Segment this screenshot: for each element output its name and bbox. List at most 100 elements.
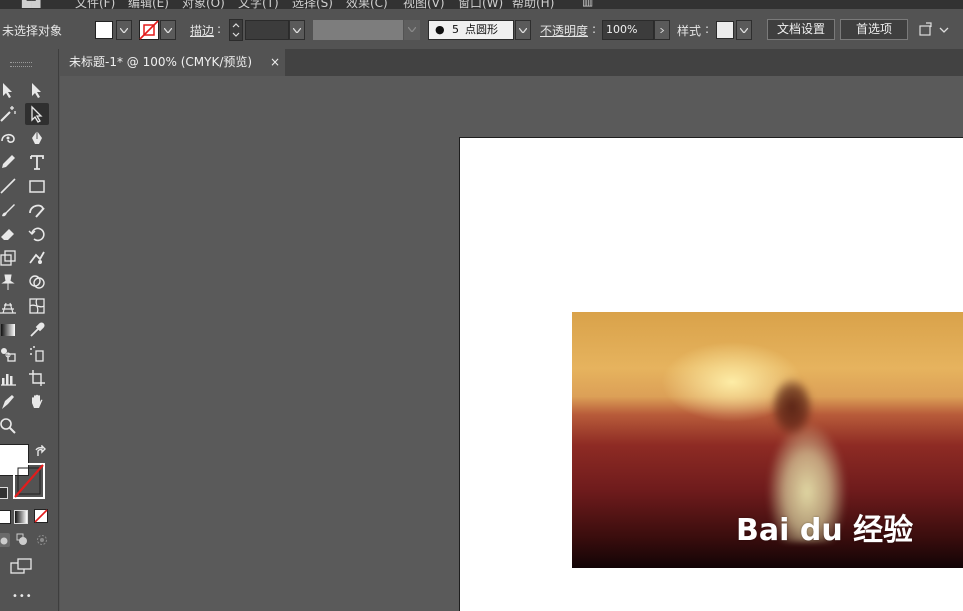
opacity-label[interactable]: 不透明度 — [540, 22, 588, 39]
draw-inside-button[interactable] — [35, 533, 49, 547]
selection-status: 未选择对象 — [2, 24, 63, 38]
stroke-color-dropdown[interactable] — [160, 20, 176, 40]
type-t-icon — [30, 155, 44, 170]
warp-icon — [29, 251, 45, 264]
arrange-documents-button[interactable] — [917, 20, 951, 40]
swap-arrow-icon — [35, 444, 46, 456]
perspective-grid-tool[interactable] — [0, 295, 20, 317]
slice-tool[interactable] — [0, 391, 20, 413]
menu-effect[interactable]: 效果(C) — [346, 0, 388, 9]
stroke-weight-stepper[interactable] — [229, 19, 243, 41]
edit-toolbar-button[interactable]: ••• — [12, 591, 33, 602]
shape-builder-tool[interactable] — [25, 271, 49, 293]
artboard-icon — [29, 370, 45, 386]
shape-builder-icon — [29, 275, 45, 289]
screen-mode-button[interactable] — [10, 557, 34, 575]
stroke-color-proxy[interactable] — [13, 463, 45, 499]
line-tool[interactable] — [0, 175, 20, 197]
menu-type[interactable]: 文字(T) — [238, 0, 279, 9]
gradient-tool[interactable] — [0, 319, 20, 341]
symbol-sprayer-tool[interactable] — [25, 343, 49, 365]
stroke-colon: : — [217, 22, 222, 36]
lasso-tool[interactable] — [0, 127, 20, 149]
hand-icon — [32, 394, 43, 408]
graphic-style-swatch[interactable] — [716, 21, 734, 39]
style-dropdown[interactable] — [736, 20, 752, 40]
brush-definition[interactable]: ● 5 点圆形 — [428, 20, 514, 40]
hand-tool[interactable] — [25, 391, 49, 413]
opacity-field[interactable]: 100% — [602, 20, 654, 40]
none-slash-icon — [34, 509, 48, 523]
direct-selection-tool-active[interactable] — [25, 103, 49, 125]
paintbrush-tool[interactable] — [0, 199, 20, 221]
default-fill-stroke-button[interactable] — [0, 487, 8, 499]
watermark-domain: jingyan.baidu.com — [738, 566, 877, 584]
shaper-tool[interactable] — [25, 199, 49, 221]
column-graph-tool[interactable] — [0, 367, 20, 389]
pencil-tool[interactable] — [0, 151, 20, 173]
fill-swatch[interactable] — [95, 21, 113, 39]
fill-dropdown[interactable] — [116, 20, 132, 40]
menu-object[interactable]: 对象(O) — [182, 0, 225, 9]
menu-select[interactable]: 选择(S) — [292, 0, 333, 9]
opacity-colon: : — [592, 22, 597, 36]
gradient-mode-button[interactable] — [14, 510, 28, 524]
pen-tool[interactable] — [25, 127, 49, 149]
stroke-weight-field[interactable] — [245, 20, 289, 40]
draw-behind-icon — [16, 533, 27, 545]
draw-behind-button[interactable] — [16, 533, 30, 547]
color-mode-button[interactable] — [0, 510, 11, 524]
rotate-tool[interactable] — [25, 223, 49, 245]
warp-tool[interactable] — [25, 247, 49, 269]
stroke-swatch[interactable] — [139, 20, 159, 40]
brush-dropdown[interactable] — [515, 20, 531, 40]
mesh-tool[interactable] — [25, 295, 49, 317]
rotate-icon — [28, 227, 45, 242]
blend-icon — [1, 348, 16, 362]
workspace-icon[interactable]: ▥ — [582, 0, 593, 8]
draw-inside-icon — [37, 535, 47, 545]
mesh-icon — [29, 298, 45, 314]
eyedropper-tool[interactable] — [25, 319, 49, 341]
menu-edit[interactable]: 编辑(E) — [128, 0, 169, 9]
rectangle-tool[interactable] — [25, 175, 49, 197]
eyedropper-icon — [30, 322, 45, 337]
screen-mode-icon — [10, 558, 32, 574]
ai-home-icon[interactable]: ▙▟ — [22, 0, 40, 8]
blend-tool[interactable] — [0, 343, 20, 365]
document-tab[interactable]: 未标题-1* @ 100% (CMYK/预览) — [59, 49, 285, 76]
pushpin-icon — [1, 274, 15, 290]
preferences-button[interactable]: 首选项 — [840, 19, 908, 40]
panel-grip[interactable] — [10, 62, 32, 67]
chevron-right-icon — [660, 27, 665, 33]
swap-fill-stroke-button[interactable] — [33, 444, 47, 459]
menu-help[interactable]: 帮助(H) — [512, 0, 554, 9]
scale-tool[interactable] — [0, 247, 20, 269]
draw-normal-button[interactable] — [0, 533, 10, 547]
style-label: 样式 — [677, 24, 702, 38]
artboard-tool[interactable] — [25, 367, 49, 389]
stroke-label[interactable]: 描边 — [190, 22, 214, 39]
menu-window[interactable]: 窗口(W) — [458, 0, 503, 9]
menu-file[interactable]: 文件(F) — [75, 0, 115, 9]
type-tool[interactable] — [25, 151, 49, 173]
document-settings-button[interactable]: 文档设置 — [767, 19, 835, 40]
none-mode-button[interactable] — [34, 509, 48, 523]
menu-bar: ▙▟ 文件(F) 编辑(E) 对象(O) 文字(T) 选择(S) 效果(C) 视… — [0, 0, 963, 9]
no-stroke-icon — [139, 20, 159, 40]
document-tab-bar: 未标题-1* @ 100% (CMYK/预览) × — [59, 49, 963, 76]
control-bar: 未选择对象 描边 : ● 5 点圆形 不透明度 : 100% 样式 : 文档设置… — [0, 9, 963, 50]
close-tab-icon[interactable]: × — [268, 49, 282, 76]
direct-selection-tool[interactable] — [25, 79, 49, 101]
opacity-slider-toggle[interactable] — [654, 20, 670, 40]
puppet-warp-tool[interactable] — [0, 271, 20, 293]
profile-dropdown[interactable] — [404, 20, 420, 40]
magic-wand-tool[interactable] — [0, 103, 20, 125]
selection-tool[interactable] — [0, 79, 20, 101]
slice-knife-icon — [2, 395, 14, 409]
stroke-weight-dropdown[interactable] — [289, 20, 305, 40]
menu-view[interactable]: 视图(V) — [403, 0, 445, 9]
eraser-tool[interactable] — [0, 223, 20, 245]
zoom-tool[interactable] — [0, 415, 20, 437]
variable-width-profile[interactable] — [313, 20, 403, 40]
